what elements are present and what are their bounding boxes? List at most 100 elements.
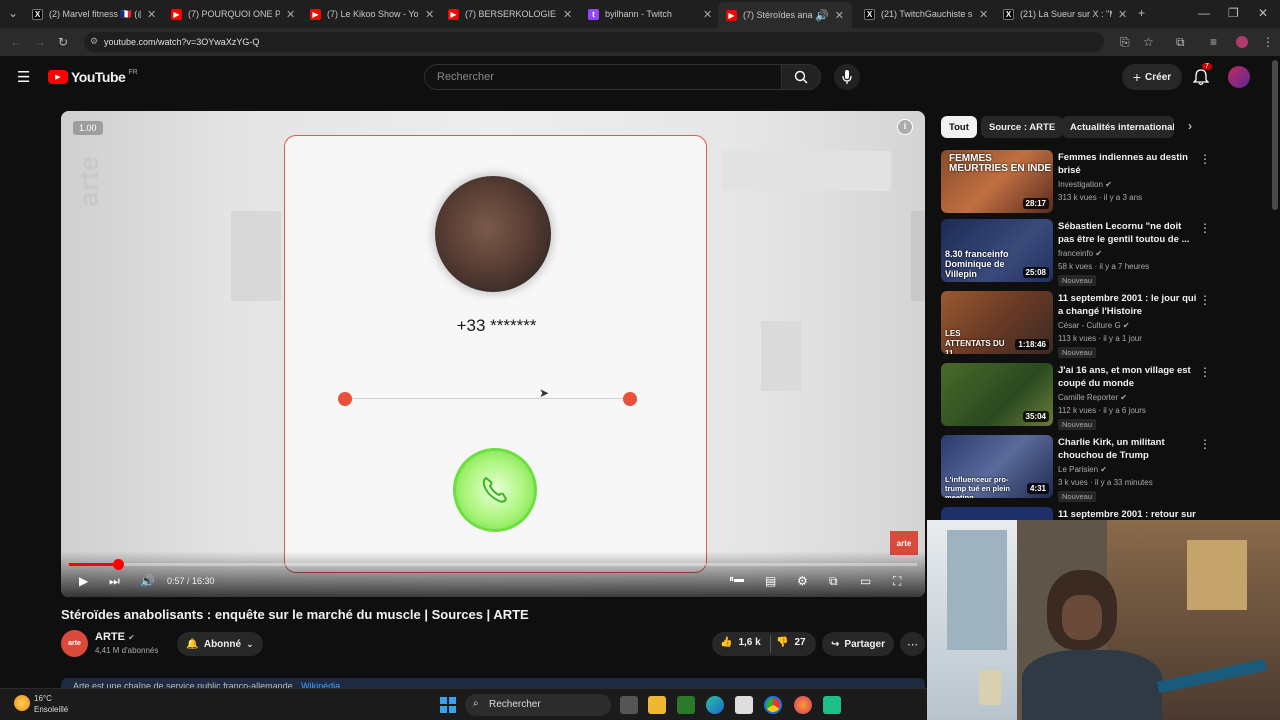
recommendation-item-partial[interactable]: 11 septembre 2001 : retour sur	[941, 507, 1211, 520]
video-thumbnail[interactable]: L'influenceur pro-trump tué en plein mee…	[941, 435, 1053, 498]
install-icon[interactable]: ⎘	[1120, 35, 1130, 50]
more-actions-button[interactable]: ⋯	[900, 632, 925, 656]
more-options-icon[interactable]: ⋮	[1199, 437, 1211, 451]
close-icon[interactable]: ✕	[1118, 8, 1127, 21]
firefox-icon[interactable]	[794, 696, 812, 714]
speaker-icon[interactable]: 🔊	[815, 9, 829, 22]
minimize-icon[interactable]: —	[1198, 6, 1210, 20]
progress-scrubber[interactable]	[112, 559, 124, 570]
windows-start-icon[interactable]	[440, 697, 456, 713]
video-thumbnail[interactable]: FEMMES MEURTRIES EN INDE 28:17	[941, 150, 1053, 213]
page-scrollbar[interactable]	[1272, 60, 1278, 210]
tab-search-icon[interactable]: ⌄	[8, 6, 18, 20]
back-icon[interactable]: ←	[10, 35, 22, 49]
chevron-right-icon[interactable]: ›	[1188, 119, 1192, 133]
channel-name[interactable]: ARTE ✔	[95, 631, 135, 643]
chip-label: Tout	[949, 121, 969, 133]
theater-mode-icon[interactable]: ▭	[860, 574, 871, 588]
extensions-icon[interactable]: ⧉	[1176, 35, 1185, 50]
recommendation-item[interactable]: L'influenceur pro-trump tué en plein mee…	[941, 435, 1211, 502]
create-button[interactable]: + Créer	[1122, 64, 1182, 90]
chip-international-news[interactable]: Actualités internationales	[1062, 116, 1174, 138]
task-view-icon[interactable]	[620, 696, 638, 714]
browser-tab[interactable]: ▶ (7) BERSERKOLOGIE # 1 - ✕	[448, 4, 580, 24]
browser-tab-active[interactable]: ▶ (7) Stéroïdes anaboli 🔊 ✕	[718, 2, 852, 28]
new-tab-icon[interactable]: +	[1138, 6, 1145, 20]
video-player[interactable]: 1.00 arte i +33 ******* ➤ arte ▶ ⏭ 🔊 0:5…	[61, 111, 925, 597]
autoplay-toggle-icon[interactable]: ⏸▬	[729, 574, 744, 585]
share-button[interactable]: ↪ Partager	[822, 632, 894, 656]
profile-avatar[interactable]	[1236, 36, 1248, 48]
like-button[interactable]: 👍 1,6 k	[720, 637, 761, 648]
youtube-logo[interactable]: ▶ YouTube FR	[48, 69, 138, 85]
browser-tab[interactable]: ▶ (7) POURQUOI ONE PIECE ✕	[171, 4, 303, 24]
close-window-icon[interactable]: ✕	[1258, 6, 1268, 20]
close-icon[interactable]: ✕	[703, 8, 712, 21]
taskbar-search[interactable]: ⌕ Rechercher	[465, 694, 611, 716]
like-dislike-group: 👍 1,6 k 👎 27	[712, 632, 816, 656]
reload-icon[interactable]: ↻	[58, 35, 68, 49]
close-icon[interactable]: ✕	[286, 8, 295, 21]
channel-avatar[interactable]: arte	[61, 630, 88, 657]
recommendation-item[interactable]: 35:04 J'ai 16 ans, et mon village est co…	[941, 363, 1211, 430]
video-thumbnail[interactable]: 8.30 franceinfo Dominique de Villepin 25…	[941, 219, 1053, 282]
close-icon[interactable]: ✕	[835, 9, 844, 22]
play-icon[interactable]: ▶	[79, 574, 88, 588]
search-input[interactable]: Rechercher	[424, 64, 782, 90]
site-info-icon[interactable]: ⚙	[90, 36, 98, 47]
miniplayer-icon[interactable]: ⧉	[829, 574, 838, 589]
forward-icon[interactable]: →	[34, 35, 46, 49]
video-thumbnail[interactable]: 35:04	[941, 363, 1053, 426]
progress-bar[interactable]	[69, 559, 917, 570]
settings-gear-icon[interactable]: ⚙	[797, 574, 808, 588]
recommendation-item[interactable]: FEMMES MEURTRIES EN INDE 28:17 Femmes in…	[941, 150, 1211, 216]
subscribe-button[interactable]: 🔔 Abonné ⌄	[177, 632, 263, 656]
browser-tab-bar: ⌄ X (2) Marvel fitness 🇫🇷 (@M ✕ ▶ (7) PO…	[0, 0, 1280, 28]
voice-search-button[interactable]	[834, 64, 860, 90]
browser-tab[interactable]: X (2) Marvel fitness 🇫🇷 (@M ✕	[32, 4, 164, 24]
subtitles-icon[interactable]: ▤	[765, 574, 776, 588]
video-thumbnail[interactable]	[941, 507, 1053, 520]
recommendation-title: Femmes indiennes au destin brisé	[1058, 152, 1188, 176]
media-icon[interactable]: ≡	[1210, 35, 1217, 49]
more-options-icon[interactable]: ⋮	[1199, 221, 1211, 235]
menu-dots-icon[interactable]: ⋮	[1262, 35, 1274, 49]
volume-icon[interactable]: 🔊	[140, 574, 155, 588]
maximize-icon[interactable]: ❐	[1228, 6, 1239, 20]
chip-source-arte[interactable]: Source : ARTE	[981, 116, 1064, 138]
recommendation-item[interactable]: 8.30 franceinfo Dominique de Villepin 25…	[941, 219, 1211, 286]
background-shape	[761, 321, 801, 391]
account-avatar[interactable]	[1228, 66, 1250, 88]
close-icon[interactable]: ✕	[979, 8, 988, 21]
browser-tab[interactable]: X (21) La Sueur sur X : "Mé ✕	[1003, 4, 1135, 24]
chrome-icon[interactable]	[764, 696, 782, 714]
info-icon[interactable]: i	[897, 119, 913, 135]
dislike-button[interactable]: 👎 27	[776, 637, 806, 648]
more-options-icon[interactable]: ⋮	[1199, 365, 1211, 379]
close-icon[interactable]: ✕	[425, 8, 434, 21]
recommendation-item[interactable]: LES ATTENTATS DU 11 SEPTEMBRE 1:18:46 11…	[941, 291, 1211, 358]
close-icon[interactable]: ✕	[147, 8, 156, 21]
more-options-icon[interactable]: ⋮	[1199, 152, 1211, 166]
notifications-button[interactable]: 7	[1192, 63, 1212, 91]
browser-tab[interactable]: X (21) TwitchGauchiste sur ✕	[864, 4, 996, 24]
video-thumbnail[interactable]: LES ATTENTATS DU 11 SEPTEMBRE 1:18:46	[941, 291, 1053, 354]
edge-icon[interactable]	[706, 696, 724, 714]
close-icon[interactable]: ✕	[563, 8, 572, 21]
fullscreen-icon[interactable]: ⛶	[893, 574, 901, 589]
hamburger-menu-icon[interactable]: ☰	[17, 68, 30, 86]
more-options-icon[interactable]: ⋮	[1199, 293, 1211, 307]
weather-sun-icon[interactable]	[14, 695, 30, 711]
next-icon[interactable]: ⏭	[109, 574, 120, 589]
browser-tab[interactable]: t byilhann - Twitch ✕	[588, 4, 720, 24]
chip-all[interactable]: Tout	[941, 116, 977, 138]
app-icon[interactable]	[823, 696, 841, 714]
url-field[interactable]: ⚙ youtube.com/watch?v=3OYwaXzYG-Q	[84, 32, 1104, 52]
xbox-icon[interactable]	[677, 696, 695, 714]
store-icon[interactable]	[735, 696, 753, 714]
bookmark-star-icon[interactable]: ☆	[1143, 35, 1154, 49]
file-explorer-icon[interactable]	[648, 696, 666, 714]
youtube-play-icon: ▶	[48, 70, 68, 84]
search-button[interactable]	[781, 64, 821, 90]
browser-tab[interactable]: ▶ (7) Le Kikoo Show - YouTu ✕	[310, 4, 442, 24]
